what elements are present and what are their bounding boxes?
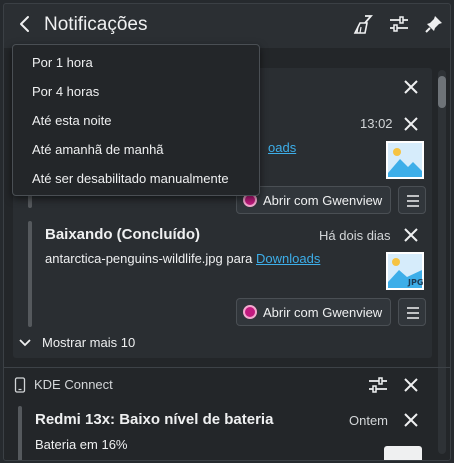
- menu-item-tonight[interactable]: Até esta noite: [32, 113, 112, 128]
- close-notification-icon[interactable]: [402, 115, 420, 133]
- scrollbar[interactable]: [438, 70, 446, 454]
- hamburger-menu-icon: [407, 195, 419, 207]
- menu-item-4-hours[interactable]: Por 4 horas: [32, 84, 99, 99]
- notification-time: 13:02: [360, 116, 393, 131]
- hamburger-menu-icon: [407, 307, 419, 319]
- configure-sliders-icon[interactable]: [388, 13, 410, 35]
- battery-icon: [384, 446, 422, 460]
- back-arrow-icon[interactable]: [14, 13, 36, 35]
- downloads-link[interactable]: oads: [268, 140, 296, 155]
- close-group-icon[interactable]: [402, 376, 420, 394]
- pin-icon[interactable]: [423, 13, 445, 35]
- notification-accent-bar: [28, 221, 32, 327]
- show-more-button[interactable]: Mostrar mais 10: [18, 335, 135, 350]
- notification-accent-bar: [18, 406, 22, 460]
- svg-text:JPG: JPG: [407, 278, 423, 287]
- chevron-down-icon: [19, 338, 31, 346]
- notification-item: Redmi 13x: Baixo nível de bateria Ontem …: [18, 406, 422, 460]
- notification-title: Redmi 13x: Baixo nível de bateria: [35, 411, 274, 428]
- notification-body: Bateria em 16%: [35, 437, 128, 452]
- menu-item-until-disabled[interactable]: Até ser desabilitado manualmente: [32, 171, 229, 186]
- gwenview-icon: [243, 305, 257, 319]
- image-thumbnail-icon: [386, 141, 424, 179]
- notification-time: Há dois dias: [319, 228, 391, 243]
- do-not-disturb-menu: Por 1 hora Por 4 horas Até esta noite At…: [12, 44, 260, 196]
- panel-header: Notificações: [4, 4, 450, 46]
- notification-title: Baixando (Concluído): [45, 226, 200, 243]
- notification-time: Ontem: [349, 413, 389, 428]
- open-with-gwenview-button[interactable]: Abrir com Gwenview: [236, 298, 392, 326]
- phone-icon: [14, 377, 26, 393]
- menu-item-1-hour[interactable]: Por 1 hora: [32, 55, 93, 70]
- divider: [4, 367, 450, 368]
- clear-broom-icon[interactable]: [352, 13, 374, 35]
- jpg-file-icon: JPG: [386, 252, 424, 290]
- more-actions-button[interactable]: [398, 298, 426, 326]
- more-actions-button[interactable]: [398, 186, 426, 214]
- close-group-icon[interactable]: [402, 78, 420, 96]
- notification-body: antarctica-penguins-wildlife.jpg para Do…: [45, 251, 321, 266]
- close-notification-icon[interactable]: [402, 411, 420, 429]
- scrollbar-handle[interactable]: [438, 76, 446, 108]
- kde-connect-app-name: KDE Connect: [34, 377, 113, 392]
- downloads-link[interactable]: Downloads: [256, 251, 320, 266]
- close-notification-icon[interactable]: [402, 226, 420, 244]
- page-title: Notificações: [44, 14, 148, 35]
- configure-sliders-icon[interactable]: [367, 374, 389, 396]
- menu-item-tomorrow-morning[interactable]: Até amanhã de manhã: [32, 142, 164, 157]
